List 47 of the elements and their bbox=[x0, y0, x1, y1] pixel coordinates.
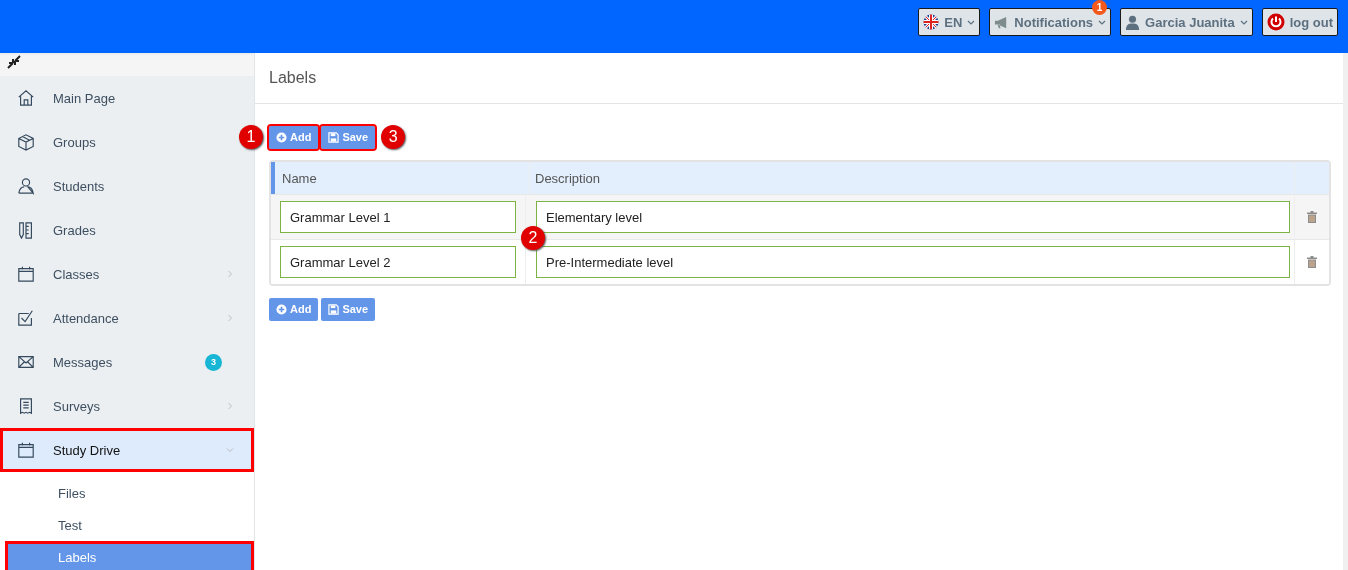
sidebar-item[interactable]: Grades bbox=[0, 208, 236, 252]
checkbox-icon bbox=[17, 309, 35, 327]
trash-icon[interactable] bbox=[1307, 256, 1317, 268]
calendar-icon bbox=[17, 265, 35, 283]
sidebar-item[interactable]: Attendance bbox=[0, 296, 236, 340]
sidebar-subitem[interactable]: Test bbox=[5, 509, 254, 541]
trash-icon[interactable] bbox=[1307, 211, 1317, 223]
callout-number: 1 bbox=[239, 125, 263, 149]
sidebar-item[interactable]: Surveys bbox=[0, 384, 236, 428]
callout-number: 3 bbox=[381, 125, 406, 149]
sidebar-item[interactable]: Students bbox=[0, 164, 236, 208]
description-field[interactable]: Elementary level bbox=[536, 201, 1290, 233]
caret-icon bbox=[1098, 19, 1107, 25]
collapse-icon[interactable] bbox=[7, 55, 21, 69]
receipt-icon bbox=[17, 397, 35, 415]
chevron-icon bbox=[226, 270, 234, 278]
sidebar-item[interactable]: Classes bbox=[0, 252, 236, 296]
user-icon bbox=[1125, 14, 1141, 30]
message-count: 3 bbox=[205, 353, 222, 371]
plus-circle-icon bbox=[276, 131, 287, 143]
caret-icon bbox=[967, 19, 976, 25]
envelope-icon bbox=[17, 353, 35, 371]
column-header: Name bbox=[281, 169, 318, 188]
sidebar-subitem[interactable]: Files bbox=[5, 477, 254, 509]
chevron-icon bbox=[226, 446, 234, 454]
home-icon bbox=[17, 89, 35, 107]
language-dropdown[interactable]: EN bbox=[918, 8, 981, 36]
power-icon bbox=[1266, 13, 1285, 31]
box-icon bbox=[17, 133, 35, 151]
plus-circle-icon bbox=[276, 303, 287, 315]
pencil-ruler-icon bbox=[17, 221, 35, 239]
description-field[interactable]: Pre-Intermediate level bbox=[536, 246, 1290, 278]
name-field[interactable]: Grammar Level 2 bbox=[280, 246, 516, 278]
page-title: Labels bbox=[255, 53, 1343, 104]
flag-icon bbox=[923, 14, 940, 30]
sidebar-item[interactable]: Study Drive bbox=[0, 428, 254, 472]
chevron-icon bbox=[226, 314, 234, 322]
sidebar-item[interactable]: Messages 3 bbox=[0, 340, 236, 384]
sidebar-item[interactable]: Groups bbox=[0, 120, 236, 164]
name-field[interactable]: Grammar Level 1 bbox=[280, 201, 516, 233]
user-dropdown[interactable]: Garcia Juanita bbox=[1120, 8, 1253, 36]
user-icon bbox=[17, 177, 35, 195]
sidebar-item[interactable]: Main Page bbox=[0, 76, 236, 120]
chevron-icon bbox=[226, 402, 234, 410]
caret-icon bbox=[1239, 19, 1248, 25]
calendar-icon bbox=[17, 441, 35, 459]
logout-button[interactable]: log out bbox=[1261, 8, 1338, 36]
